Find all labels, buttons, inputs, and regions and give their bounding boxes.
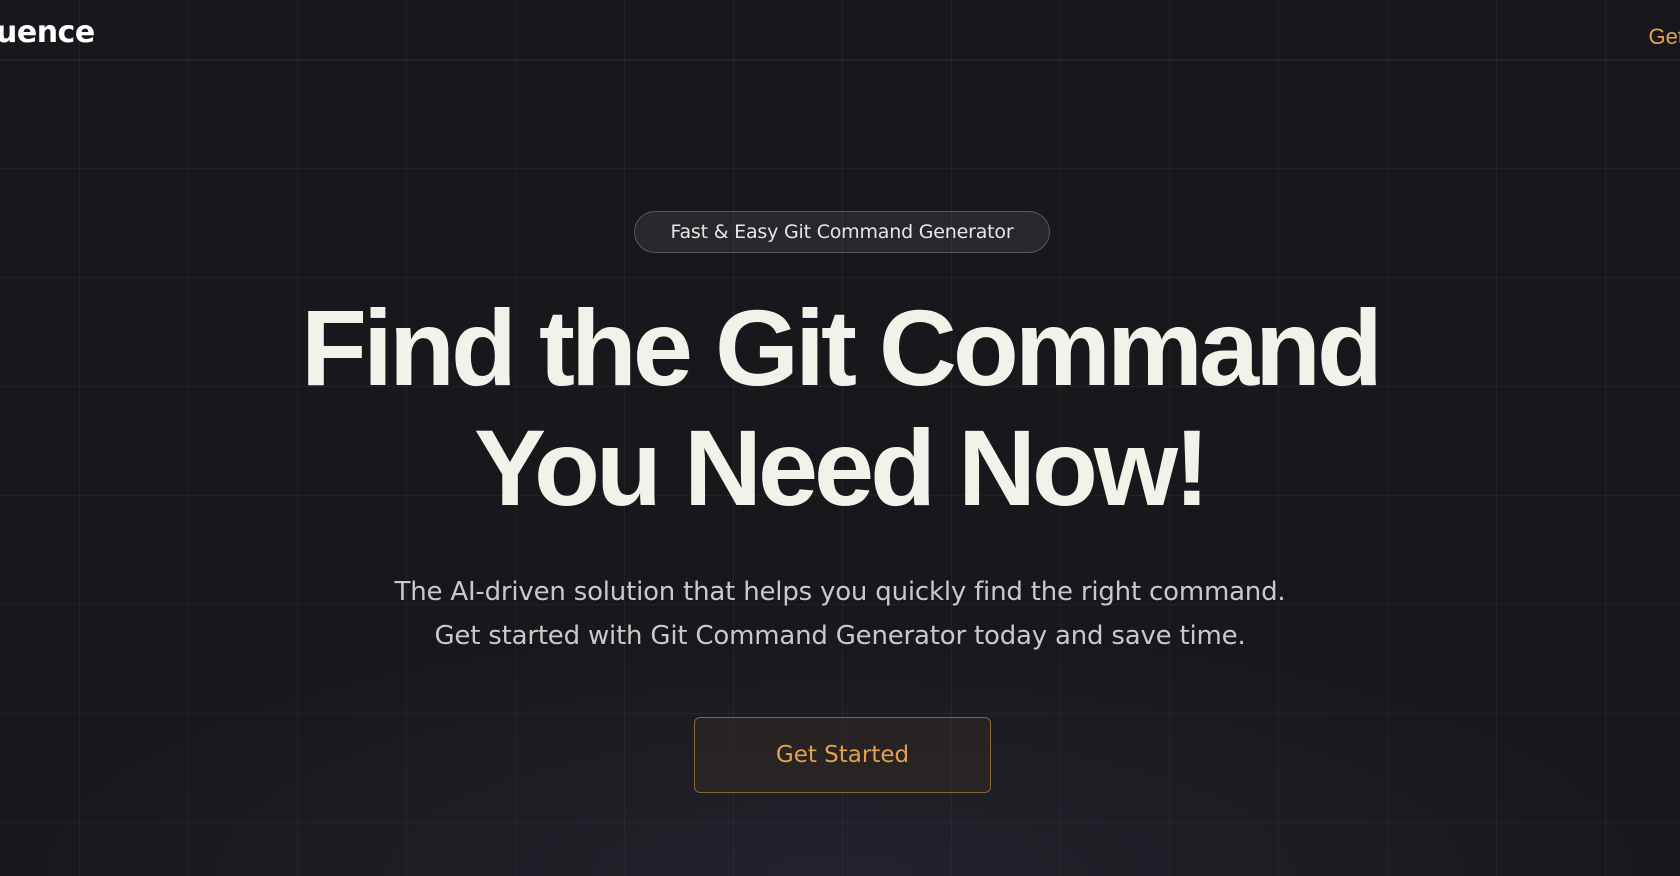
brand-logo[interactable]: uence bbox=[0, 18, 95, 48]
hero-subtitle: The AI-driven solution that helps you qu… bbox=[0, 570, 1680, 658]
landing-page: uence Get Fast & Easy Git Command Genera… bbox=[0, 0, 1680, 876]
top-navbar: uence Get bbox=[0, 0, 1680, 61]
subtitle-line-2: Get started with Git Command Generator t… bbox=[434, 621, 1246, 651]
get-started-button[interactable]: Get Started bbox=[694, 717, 991, 793]
tagline-badge: Fast & Easy Git Command Generator bbox=[634, 211, 1050, 253]
hero-headline: Find the Git Command You Need Now! bbox=[0, 288, 1680, 528]
headline-line-2: You Need Now! bbox=[473, 407, 1210, 528]
headline-line-1: Find the Git Command bbox=[301, 287, 1383, 408]
subtitle-line-1: The AI-driven solution that helps you qu… bbox=[394, 577, 1286, 607]
nav-get-started-link[interactable]: Get bbox=[1649, 26, 1680, 48]
